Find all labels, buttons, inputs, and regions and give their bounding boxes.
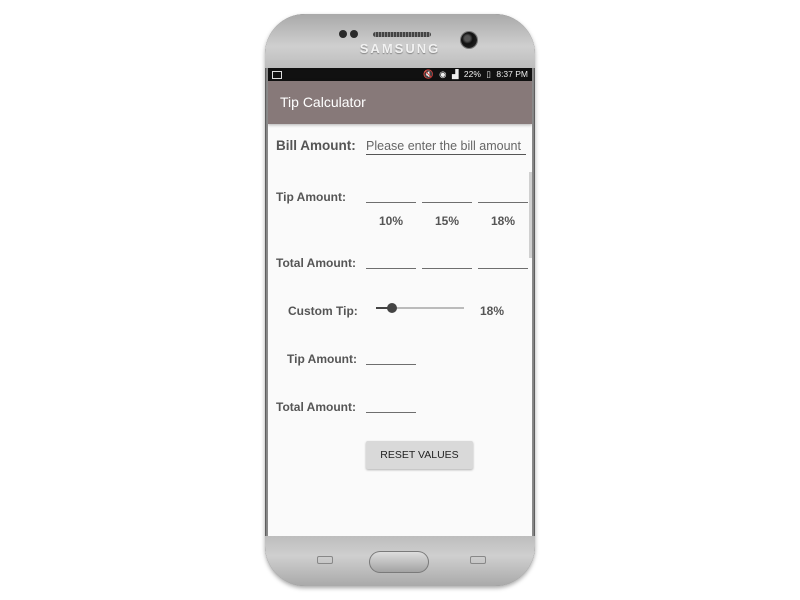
tip-18-output: [478, 202, 528, 203]
custom-total-amount-output: [366, 412, 416, 413]
custom-tip-slider-thumb[interactable]: [386, 303, 397, 313]
tip-15-output: [422, 202, 472, 203]
back-key-icon[interactable]: [470, 556, 486, 564]
app-title: Tip Calculator: [280, 94, 366, 110]
percent-15-label: 15%: [434, 214, 460, 228]
custom-tip-label: Custom Tip:: [288, 304, 358, 318]
battery-icon: ▯: [486, 69, 491, 79]
total-15-output: [422, 268, 472, 269]
proximity-sensor-icon: [339, 30, 347, 38]
earpiece-speaker: [373, 32, 431, 37]
app-bar: Tip Calculator: [268, 81, 532, 124]
percent-10-label: 10%: [378, 214, 404, 228]
custom-tip-slider[interactable]: [376, 303, 464, 313]
reset-values-button[interactable]: RESET VALUES: [366, 441, 473, 469]
edge-panel-handle[interactable]: [529, 172, 532, 258]
custom-tip-amount-label: Tip Amount:: [287, 352, 357, 366]
tip-10-output: [366, 202, 416, 203]
total-18-output: [478, 268, 528, 269]
percent-18-label: 18%: [490, 214, 516, 228]
battery-percent: 22%: [463, 69, 481, 79]
status-time: 8:37 PM: [496, 69, 528, 79]
status-bar: 🔇 ◉ ▟ 22% ▯ 8:37 PM: [268, 68, 532, 81]
signal-icon: ▟: [451, 69, 459, 79]
wifi-icon: ◉: [439, 69, 447, 79]
total-10-output: [366, 268, 416, 269]
bill-amount-label: Bill Amount:: [276, 138, 356, 153]
phone-screen: 🔇 ◉ ▟ 22% ▯ 8:37 PM Tip Calculator Bill …: [268, 68, 532, 536]
custom-tip-amount-output: [366, 364, 416, 365]
home-button[interactable]: [369, 551, 429, 573]
bill-amount-input[interactable]: [366, 137, 526, 155]
tip-amount-label: Tip Amount:: [276, 190, 346, 204]
custom-tip-percent: 18%: [480, 304, 505, 318]
custom-total-amount-label: Total Amount:: [276, 400, 356, 414]
recent-apps-key-icon[interactable]: [317, 556, 333, 564]
mute-icon: 🔇: [423, 69, 434, 79]
gallery-notification-icon: [272, 71, 282, 79]
total-amount-label: Total Amount:: [276, 256, 356, 270]
device-brand: SAMSUNG: [359, 41, 441, 56]
light-sensor-icon: [350, 30, 358, 38]
